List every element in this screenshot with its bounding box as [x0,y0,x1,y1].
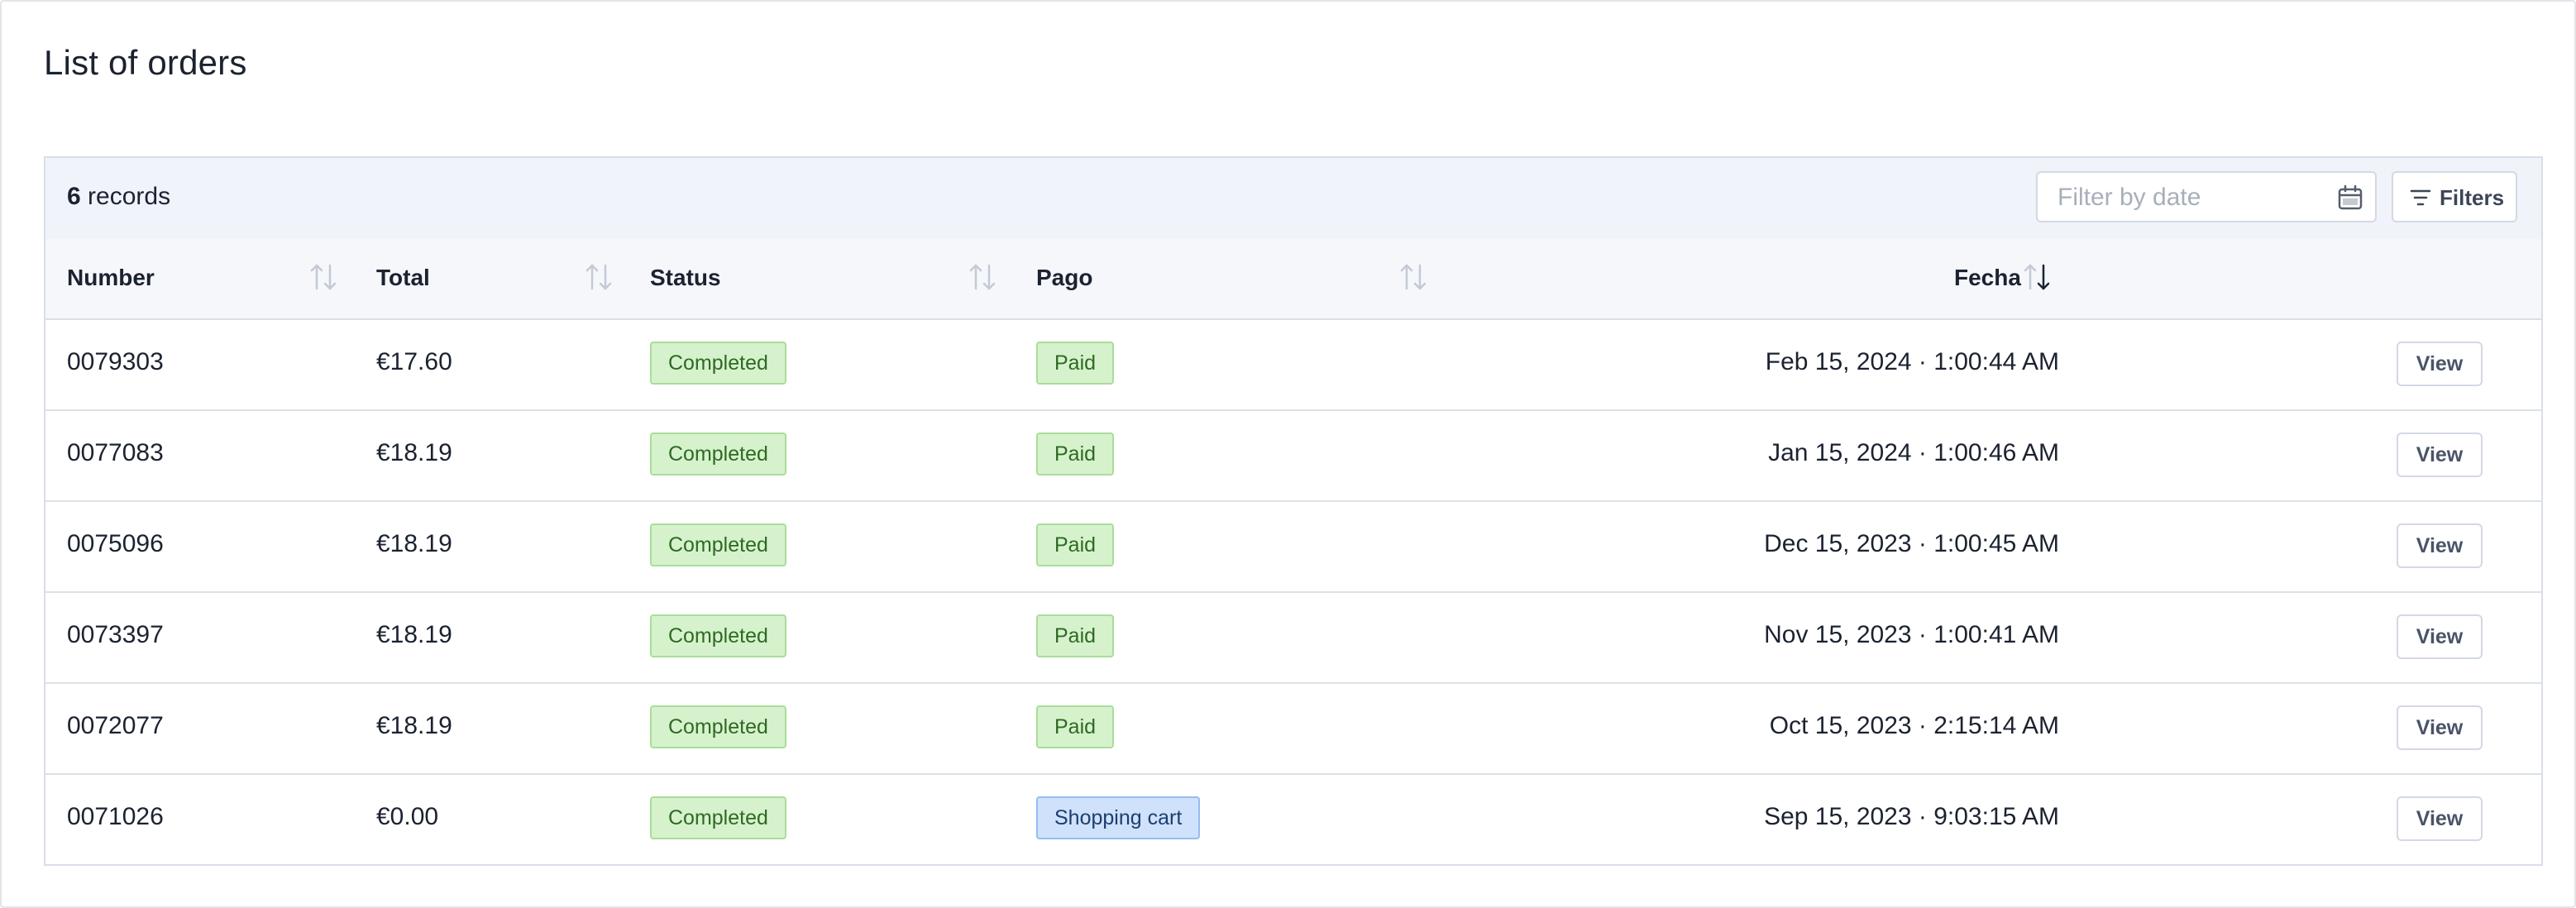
record-count-label: records [88,183,171,210]
status-badge: Completed [650,796,786,839]
order-total: €17.60 [376,348,452,375]
sort-icon-payment[interactable] [1398,260,1428,294]
table-row: 0072077 €18.19 Completed Paid Oct 15, 2023 ·… [45,684,2541,775]
order-total: €0.00 [376,803,439,830]
table-row: 0077083 €18.19 Completed Paid Jan 15, 2024 ·… [45,411,2541,502]
status-badge: Completed [650,614,786,657]
view-order-button[interactable]: View [2397,614,2483,659]
table-row: 0073397 €18.19 Completed Paid Nov 15, 2023 ·… [45,593,2541,684]
filters-button[interactable]: Filters [2392,171,2517,222]
page-title: List of orders [44,43,247,82]
orders-table-card: 6 records Filters Number [44,156,2543,866]
table-header: Number Total Status Pago Fecha [45,239,2541,320]
order-date: Oct 15, 2023 · 2:15:14 AM [1769,712,2059,739]
table-row: 0075096 €18.19 Completed Paid Dec 15, 2023 ·… [45,502,2541,593]
payment-badge: Paid [1036,614,1115,657]
sort-icon-status[interactable] [968,260,997,294]
column-header-number[interactable]: Number [67,265,155,291]
order-total: €18.19 [376,712,452,739]
order-total: €18.19 [376,439,452,466]
date-filter-input[interactable] [2057,181,2330,214]
order-number: 0077083 [67,439,164,466]
payment-badge: Paid [1036,523,1115,566]
status-badge: Completed [650,432,786,476]
view-order-button[interactable]: View [2397,432,2483,477]
sort-icon-number[interactable] [308,260,338,294]
order-total: €18.19 [376,530,452,557]
sort-descending-icon[interactable] [2022,260,2052,294]
order-number: 0079303 [67,348,164,375]
table-row: 0079303 €17.60 Completed Paid Feb 15, 2024 ·… [45,320,2541,411]
order-date: Feb 15, 2024 · 1:00:44 AM [1765,348,2059,375]
column-header-status[interactable]: Status [650,265,721,291]
column-header-payment[interactable]: Pago [1036,265,1092,291]
order-number: 0075096 [67,530,164,557]
order-number: 0071026 [67,803,164,830]
order-date: Dec 15, 2023 · 1:00:45 AM [1764,530,2059,557]
filter-lines-icon [2410,189,2431,206]
payment-badge: Paid [1036,342,1115,385]
view-order-button[interactable]: View [2397,342,2483,386]
order-date: Sep 15, 2023 · 9:03:15 AM [1764,803,2059,830]
order-number: 0073397 [67,621,164,648]
sort-icon-total[interactable] [584,260,614,294]
order-number: 0072077 [67,712,164,739]
status-badge: Completed [650,523,786,566]
view-order-button[interactable]: View [2397,523,2483,568]
record-count-number: 6 [67,183,81,210]
date-filter[interactable] [2036,171,2377,222]
payment-badge: Paid [1036,705,1115,748]
table-row: 0071026 €0.00 Completed Shopping cart Sep 15… [45,775,2541,864]
status-badge: Completed [650,705,786,748]
payment-badge: Shopping cart [1036,796,1201,839]
order-date: Jan 15, 2024 · 1:00:46 AM [1768,439,2059,466]
view-order-button[interactable]: View [2397,705,2483,750]
column-header-date[interactable]: Fecha [1954,265,2021,291]
view-order-button[interactable]: View [2397,796,2483,841]
record-count: 6 records [67,183,170,211]
order-date: Nov 15, 2023 · 1:00:41 AM [1764,621,2059,648]
filters-button-label: Filters [2440,185,2505,210]
table-toolbar: 6 records Filters [45,158,2541,241]
calendar-icon[interactable] [2337,184,2363,211]
payment-badge: Paid [1036,432,1115,476]
column-header-total[interactable]: Total [376,265,430,291]
order-total: €18.19 [376,621,452,648]
status-badge: Completed [650,342,786,385]
